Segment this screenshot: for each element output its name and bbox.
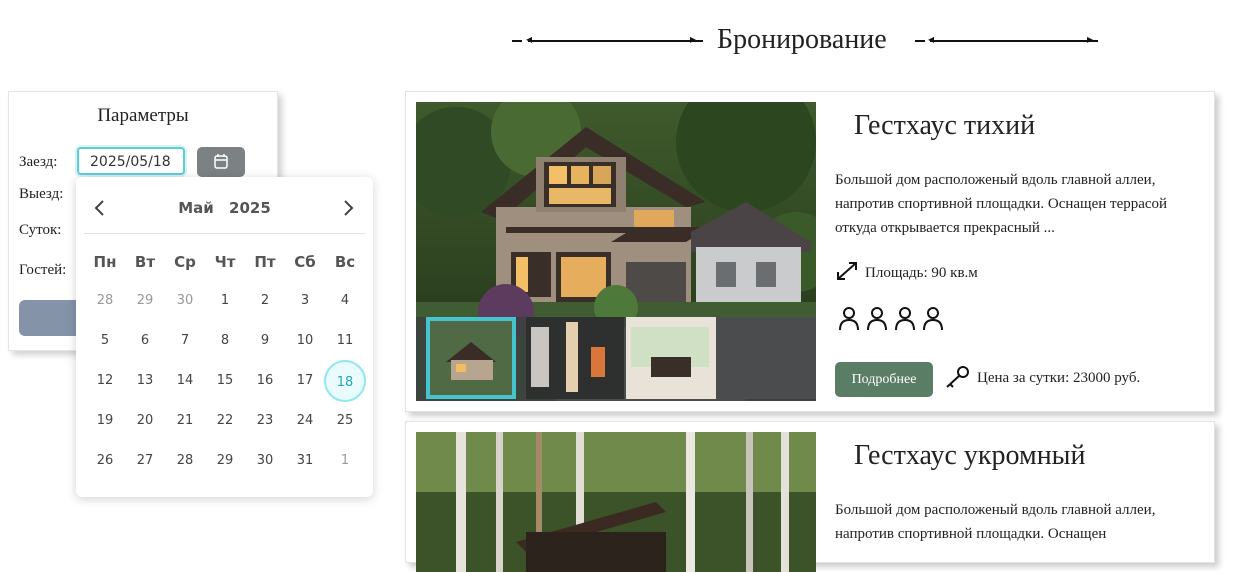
calendar-day[interactable]: 17 bbox=[285, 361, 325, 401]
calendar-day[interactable]: 7 bbox=[165, 321, 205, 361]
calendar-month-year: Май 2025 bbox=[76, 199, 373, 217]
calendar-day[interactable]: 14 bbox=[165, 361, 205, 401]
guesthouse-description: Большой дом расположеный вдоль главной а… bbox=[835, 502, 1156, 542]
guests-label: Гостей: bbox=[19, 262, 67, 278]
guesthouse-title[interactable]: Гестхаус укромный bbox=[854, 440, 1085, 472]
forest-house-image bbox=[416, 432, 816, 572]
ornament-line-right bbox=[930, 40, 1098, 42]
guesthouse-photo bbox=[416, 102, 816, 401]
weekday-header: Сб bbox=[294, 253, 316, 271]
calendar-day[interactable]: 29 bbox=[125, 281, 165, 321]
calendar-day[interactable]: 22 bbox=[205, 401, 245, 441]
calendar-button[interactable] bbox=[197, 147, 245, 177]
calendar-day[interactable]: 24 bbox=[285, 401, 325, 441]
ornament-right-arrow-icon: ▸ bbox=[690, 32, 697, 46]
ornament-right-arrow-icon: ▸ bbox=[1087, 32, 1094, 46]
ornament-left-arrow-icon: ◂ bbox=[928, 32, 935, 46]
key-icon bbox=[944, 365, 970, 394]
calendar-day[interactable]: 1 bbox=[205, 281, 245, 321]
person-icon bbox=[867, 307, 887, 331]
ornament bbox=[915, 40, 925, 42]
calendar-day[interactable]: 4 bbox=[325, 281, 365, 321]
calendar-day[interactable]: 29 bbox=[205, 441, 245, 481]
checkout-label: Выезд: bbox=[19, 186, 64, 202]
calendar-day[interactable]: 30 bbox=[245, 441, 285, 481]
house-photo-image bbox=[416, 102, 816, 401]
ornament-left-arrow-icon: ◂ bbox=[526, 32, 533, 46]
person-icon bbox=[923, 307, 943, 331]
area-text: Площадь: 90 кв.м bbox=[865, 265, 978, 281]
calendar-year[interactable]: 2025 bbox=[229, 199, 271, 217]
weekday-header: Ср bbox=[174, 253, 196, 271]
expand-icon bbox=[837, 262, 857, 280]
calendar-day[interactable]: 1 bbox=[325, 441, 365, 481]
calendar-day[interactable]: 8 bbox=[205, 321, 245, 361]
weekday-header: Вс bbox=[334, 253, 356, 271]
details-button[interactable]: Подробнее bbox=[835, 362, 933, 397]
params-title: Параметры bbox=[97, 105, 189, 126]
calendar-day[interactable]: 31 bbox=[285, 441, 325, 481]
next-month-button[interactable] bbox=[338, 197, 358, 219]
calendar-day[interactable]: 18 bbox=[324, 360, 366, 402]
calendar-day[interactable]: 28 bbox=[165, 441, 205, 481]
calendar-day[interactable]: 10 bbox=[285, 321, 325, 361]
guests-capacity bbox=[838, 305, 950, 338]
area-info: Площадь: 90 кв.м bbox=[835, 260, 978, 282]
guesthouse-photo bbox=[416, 432, 816, 572]
checkin-label: Заезд: bbox=[19, 154, 58, 170]
person-icon bbox=[839, 307, 859, 331]
calendar-day[interactable]: 30 bbox=[165, 281, 205, 321]
guesthouse-card: Гестхаус тихий Большой дом расположеный … bbox=[405, 91, 1215, 412]
guesthouse-description: Большой дом расположеный вдоль главной а… bbox=[835, 172, 1168, 236]
calendar-day[interactable]: 25 bbox=[325, 401, 365, 441]
calendar-day[interactable]: 11 bbox=[325, 321, 365, 361]
calendar-icon bbox=[214, 154, 228, 169]
calendar-day[interactable]: 21 bbox=[165, 401, 205, 441]
person-icon bbox=[895, 307, 915, 331]
weekday-header: Пт bbox=[254, 253, 276, 271]
chevron-right-icon bbox=[344, 200, 354, 216]
calendar-day[interactable]: 6 bbox=[125, 321, 165, 361]
calendar-month[interactable]: Май bbox=[178, 199, 214, 217]
price-per-night: Цена за сутки: 23000 руб. bbox=[977, 370, 1141, 386]
weekday-header: Пн bbox=[93, 253, 117, 271]
calendar-day[interactable]: 19 bbox=[85, 401, 125, 441]
page-header: ◂ ▸ Бронирование ◂ ▸ bbox=[512, 22, 1112, 58]
calendar-day[interactable]: 27 bbox=[125, 441, 165, 481]
calendar-day[interactable]: 5 bbox=[85, 321, 125, 361]
calendar-day[interactable]: 9 bbox=[245, 321, 285, 361]
calendar-day[interactable]: 23 bbox=[245, 401, 285, 441]
checkin-date-input[interactable]: 2025/05/18 bbox=[77, 147, 185, 175]
calendar-day[interactable]: 12 bbox=[85, 361, 125, 401]
date-picker-popup: Май 2025 Пн Вт Ср Чт Пт Сб Вс 28 29 30 1 2 3 4 5 6 7 8 9 10… bbox=[76, 177, 373, 497]
guesthouse-title[interactable]: Гестхаус тихий bbox=[854, 110, 1035, 142]
calendar-divider bbox=[84, 233, 365, 234]
calendar-day[interactable]: 28 bbox=[85, 281, 125, 321]
ornament bbox=[512, 40, 522, 42]
calendar-day[interactable]: 26 bbox=[85, 441, 125, 481]
guesthouse-card: Гестхаус укромный Большой дом расположен… bbox=[405, 421, 1215, 572]
weekday-header: Чт bbox=[214, 253, 236, 271]
calendar-day[interactable]: 16 bbox=[245, 361, 285, 401]
calendar-day[interactable]: 15 bbox=[205, 361, 245, 401]
calendar-day[interactable]: 3 bbox=[285, 281, 325, 321]
nights-label: Суток: bbox=[19, 222, 62, 238]
page-title: Бронирование bbox=[717, 24, 887, 55]
weekday-header: Вт bbox=[134, 253, 156, 271]
calendar-day[interactable]: 20 bbox=[125, 401, 165, 441]
calendar-day[interactable]: 2 bbox=[245, 281, 285, 321]
ornament-line-left bbox=[528, 40, 703, 42]
calendar-day[interactable]: 13 bbox=[125, 361, 165, 401]
